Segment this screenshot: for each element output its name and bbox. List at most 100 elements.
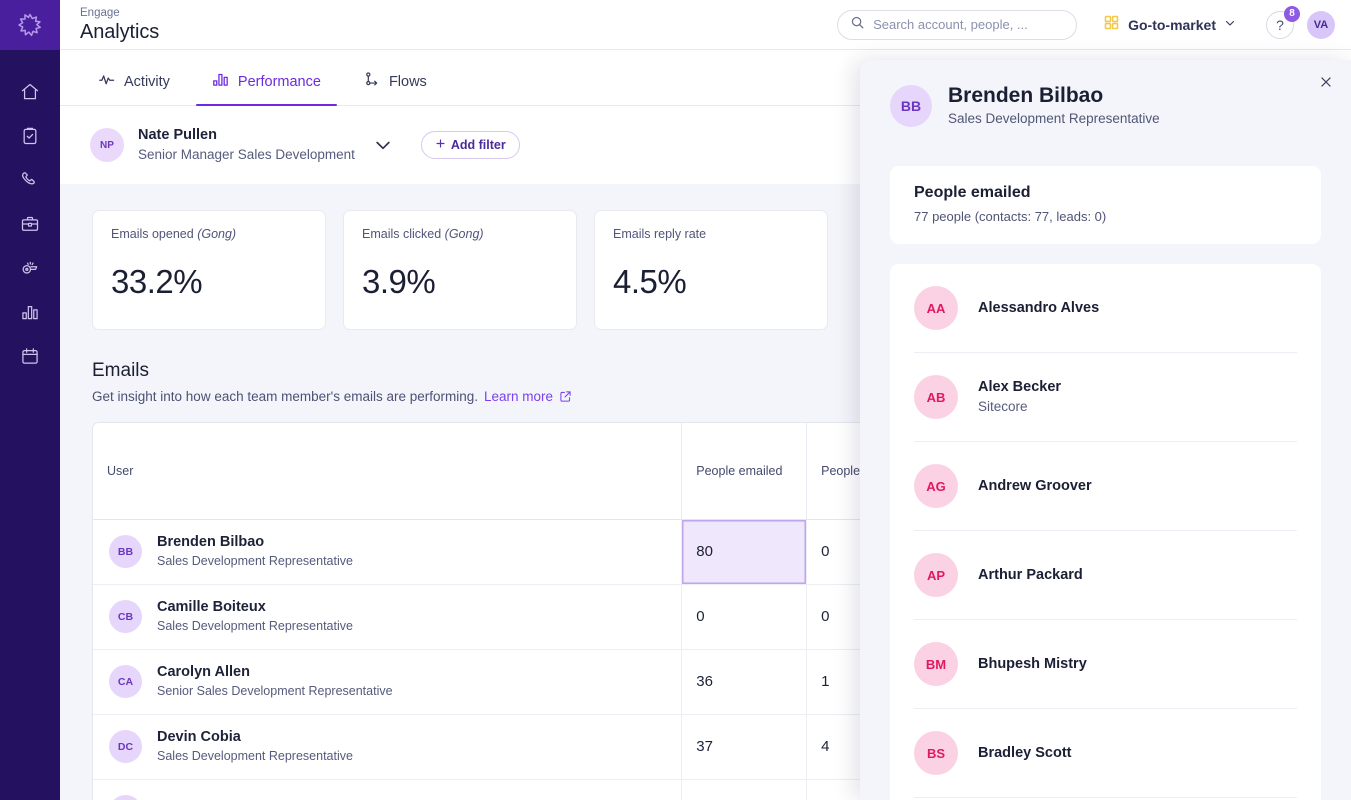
tab-performance[interactable]: Performance <box>195 71 337 106</box>
person-name: Bhupesh Mistry <box>978 656 1087 672</box>
sidebar-item-calls[interactable] <box>0 158 60 202</box>
rail-items <box>0 50 60 378</box>
user-name: Camille Boiteux <box>157 599 266 615</box>
user-cell[interactable]: CA Carolyn Allen Senior Sales Developmen… <box>93 649 683 715</box>
sidebar-item-home[interactable] <box>0 70 60 114</box>
user-cell[interactable]: CB Camille Boiteux Sales Development Rep… <box>93 584 683 650</box>
person-selector-chevron-down-icon[interactable] <box>373 135 393 155</box>
page-title: Analytics <box>80 20 160 43</box>
tab-flows[interactable]: Flows <box>347 71 443 105</box>
cell-people-emailed[interactable]: 80 <box>681 519 808 585</box>
list-item[interactable]: AA Alessandro Alves <box>914 264 1297 353</box>
help-wrapper: ? 8 <box>1266 5 1300 39</box>
avatar: BB <box>890 84 932 127</box>
panel-header: BB Brenden Bilbao Sales Development Repr… <box>860 60 1351 129</box>
panel-person-name: Brenden Bilbao <box>948 84 1104 107</box>
learn-more-link[interactable]: Learn more <box>484 389 553 404</box>
user-role: Sales Development Representative <box>157 749 353 763</box>
person-org: Sitecore <box>978 399 1028 414</box>
header-actions: Search account, people, ... Go-to-market <box>837 5 1351 40</box>
metric-source: (Gong) <box>197 227 237 241</box>
flow-icon <box>363 71 380 92</box>
search-input[interactable]: Search account, people, ... <box>837 9 1078 40</box>
top-header: Engage Analytics Search account, people,… <box>60 0 1351 50</box>
tab-label: Performance <box>237 73 321 90</box>
bar-chart-icon <box>20 302 40 322</box>
avatar: CB <box>109 600 142 633</box>
bar-chart-icon <box>212 71 229 92</box>
person-name: Arthur Packard <box>978 567 1083 583</box>
list-item[interactable]: AB Alex Becker Sitecore <box>914 353 1297 442</box>
selected-person: Nate Pullen Senior Manager Sales Develop… <box>138 126 355 164</box>
col-user[interactable]: User <box>93 423 683 520</box>
sidebar-item-calendar[interactable] <box>0 334 60 378</box>
col-people-emailed[interactable]: People emailed <box>681 423 808 520</box>
tab-activity[interactable]: Activity <box>82 71 186 105</box>
avatar: BM <box>914 642 958 686</box>
cell-people-emailed[interactable]: 0 <box>681 584 808 650</box>
sidebar-item-tasks[interactable] <box>0 114 60 158</box>
close-icon[interactable] <box>1313 69 1339 95</box>
metric-label-text: Emails reply rate <box>613 227 707 241</box>
person-name: Alex Becker <box>978 379 1062 395</box>
avatar: EC <box>109 795 142 800</box>
avatar: AP <box>914 553 958 597</box>
title-block: Engage Analytics <box>60 6 159 44</box>
avatar: BB <box>109 535 142 568</box>
calendar-icon <box>20 346 40 366</box>
app-root: Engage Analytics Search account, people,… <box>0 0 1351 800</box>
avatar: NP <box>90 128 124 162</box>
person-name: Andrew Groover <box>978 478 1092 494</box>
avatar[interactable]: VA <box>1307 10 1335 39</box>
sidebar-item-coaching[interactable] <box>0 246 60 290</box>
notification-badge: 8 <box>1284 5 1300 22</box>
add-filter-label: Add filter <box>450 138 506 152</box>
user-name: Brenden Bilbao <box>157 534 265 550</box>
phone-icon <box>20 170 40 190</box>
panel-summary-card: People emailed 77 people (contacts: 77, … <box>890 166 1321 244</box>
metric-value: 33.2% <box>111 263 203 300</box>
avatar: BS <box>914 731 958 775</box>
panel-person-role: Sales Development Representative <box>948 111 1160 126</box>
user-cell[interactable]: DC Devin Cobia Sales Development Represe… <box>93 714 683 780</box>
sidebar-item-analytics[interactable] <box>0 290 60 334</box>
sidebar-item-deals[interactable] <box>0 202 60 246</box>
avatar: AG <box>914 464 958 508</box>
people-list[interactable]: AA Alessandro Alves AB Alex Becker Sitec… <box>890 264 1321 800</box>
list-item[interactable]: AP Arthur Packard <box>914 531 1297 620</box>
chevron-down-icon <box>1224 16 1236 34</box>
metric-label-text: Emails clicked <box>362 227 442 241</box>
list-item[interactable]: AG Andrew Groover <box>914 442 1297 531</box>
metric-source: (Gong) <box>444 227 484 241</box>
person-role: Senior Manager Sales Development <box>138 147 355 162</box>
summary-subtitle: 77 people (contacts: 77, leads: 0) <box>914 209 1107 224</box>
gong-starburst-icon[interactable] <box>0 0 60 50</box>
metric-value: 4.5% <box>613 263 687 300</box>
primary-nav-rail <box>0 0 60 800</box>
user-cell[interactable]: EC Evan Creek <box>93 779 683 800</box>
pulse-icon <box>98 71 115 92</box>
workspace-selector[interactable]: Go-to-market <box>1103 14 1236 36</box>
cell-people-emailed[interactable] <box>681 779 808 800</box>
person-detail-panel: BB Brenden Bilbao Sales Development Repr… <box>860 60 1351 800</box>
avatar: DC <box>109 730 142 763</box>
metric-card: Emails reply rate 4.5% <box>594 210 828 330</box>
person-name: Alessandro Alves <box>978 300 1100 316</box>
add-filter-button[interactable]: Add filter <box>420 131 520 159</box>
external-link-icon[interactable] <box>559 390 572 403</box>
section-description: Get insight into how each team member's … <box>92 389 478 404</box>
list-item[interactable]: BS Bradley Scott <box>914 709 1297 798</box>
metric-label: Emails clicked (Gong) <box>362 227 558 241</box>
metric-label: Emails opened (Gong) <box>111 227 307 241</box>
home-icon <box>20 82 40 102</box>
cell-people-emailed[interactable]: 37 <box>681 714 808 780</box>
person-name: Nate Pullen <box>138 127 217 143</box>
cell-people-emailed[interactable]: 36 <box>681 649 808 715</box>
avatar: AA <box>914 286 958 330</box>
metric-card: Emails opened (Gong) 33.2% <box>92 210 326 330</box>
list-item[interactable]: BM Bhupesh Mistry <box>914 620 1297 709</box>
user-name: Devin Cobia <box>157 729 241 745</box>
metric-value: 3.9% <box>362 263 436 300</box>
user-cell[interactable]: BB Brenden Bilbao Sales Development Repr… <box>93 519 683 585</box>
metric-label-text: Emails opened <box>111 227 194 241</box>
